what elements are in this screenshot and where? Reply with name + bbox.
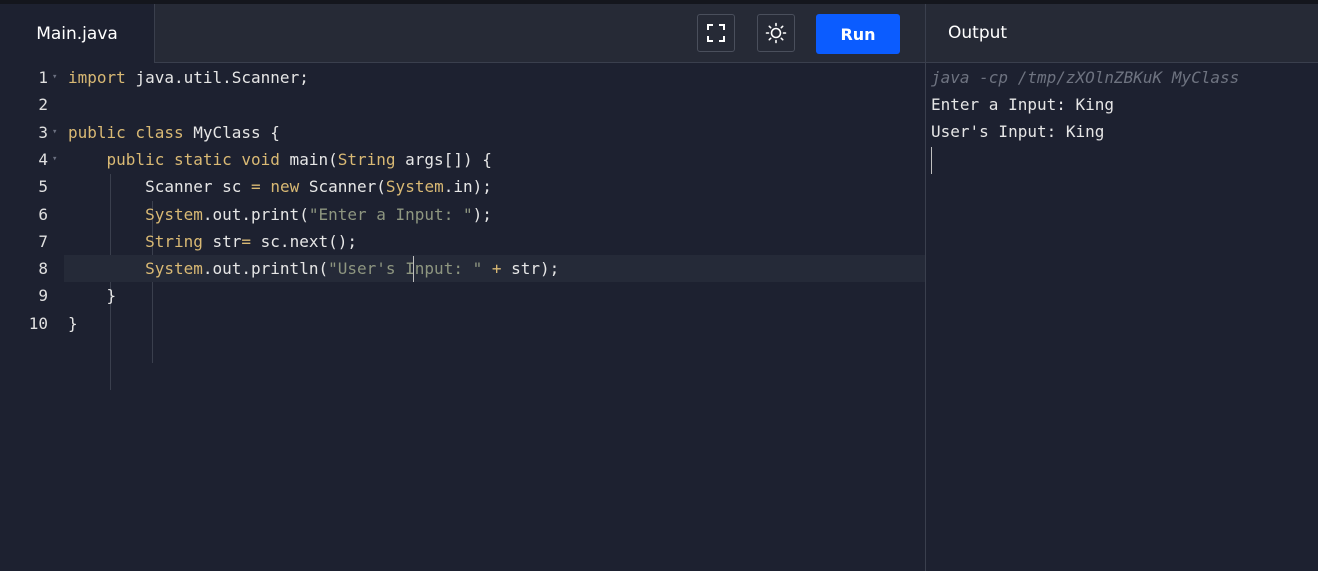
code-token: Scanner( bbox=[299, 177, 386, 197]
code-line[interactable]: 2 bbox=[0, 91, 925, 118]
fullscreen-icon bbox=[707, 24, 725, 42]
line-number: 8 bbox=[38, 259, 48, 279]
keyword-token: System bbox=[145, 259, 203, 279]
code-text: String str= sc.next(); bbox=[64, 228, 925, 255]
code-line[interactable]: 1 ▾ import java.util.Scanner; bbox=[0, 64, 925, 91]
code-text: System.out.println("User's Input: " + st… bbox=[64, 255, 925, 283]
code-token: main( bbox=[279, 149, 338, 169]
line-number: 5 bbox=[38, 177, 48, 197]
operator-token: = bbox=[251, 177, 261, 197]
code-line[interactable]: 9 } bbox=[0, 282, 925, 309]
keyword-token: import bbox=[68, 68, 136, 87]
output-command: java -cp /tmp/zXOlnZBKuK MyClass bbox=[931, 68, 1240, 87]
string-token: "Enter a Input: " bbox=[308, 204, 473, 224]
code-token: .out.print( bbox=[202, 204, 309, 224]
keyword-token: String bbox=[145, 231, 203, 251]
output-input-cursor[interactable] bbox=[931, 147, 932, 174]
theme-toggle-button[interactable] bbox=[757, 14, 795, 52]
line-number: 7 bbox=[38, 231, 48, 251]
code-text: } bbox=[64, 282, 925, 309]
code-line[interactable]: 3 ▾ public class MyClass { bbox=[0, 119, 925, 146]
code-token: Scanner sc bbox=[68, 177, 252, 197]
code-line[interactable]: 10} bbox=[0, 310, 925, 337]
code-token: } bbox=[68, 286, 117, 306]
code-token: } bbox=[68, 313, 78, 333]
line-number: 10 bbox=[28, 313, 48, 333]
output-line: User's Input: King bbox=[931, 122, 1105, 141]
code-token: args[]) { bbox=[395, 149, 492, 169]
string-token: "User's Input: " bbox=[328, 259, 483, 279]
operator-token: = bbox=[241, 231, 252, 251]
code-token: .in); bbox=[443, 177, 492, 197]
code-text: System.out.print("Enter a Input: "); bbox=[64, 201, 925, 228]
code-line[interactable]: 4 ▾ public static void main(String args[]… bbox=[0, 146, 925, 173]
keyword-token: System bbox=[385, 177, 444, 197]
run-button[interactable]: Run bbox=[816, 14, 900, 54]
line-number: 9 bbox=[38, 286, 48, 306]
text-cursor bbox=[413, 256, 414, 283]
output-title: Output bbox=[948, 23, 1008, 43]
fullscreen-button[interactable] bbox=[697, 14, 735, 52]
code-text: public class MyClass { bbox=[64, 119, 925, 146]
line-number: 3 bbox=[38, 122, 48, 142]
tab-main-java[interactable]: Main.java bbox=[0, 4, 155, 63]
keyword-token: System bbox=[145, 204, 203, 224]
code-line[interactable]: 5 Scanner sc = new Scanner(System.in); bbox=[0, 173, 925, 200]
keyword-token: String bbox=[337, 149, 396, 169]
code-token: ); bbox=[472, 204, 492, 224]
output-pane[interactable]: java -cp /tmp/zXOlnZBKuK MyClass Enter a… bbox=[926, 64, 1318, 571]
code-token: str bbox=[202, 231, 242, 251]
line-number: 4 bbox=[38, 149, 48, 169]
keyword-token: new bbox=[270, 177, 300, 197]
output-header: Output bbox=[926, 4, 1318, 63]
code-text: import java.util.Scanner; bbox=[64, 64, 925, 91]
code-line[interactable]: 8 System.out.println("User's Input: " + … bbox=[0, 255, 925, 283]
editor-header: Main.java Run bbox=[0, 4, 925, 63]
code-token: sc.next(); bbox=[251, 231, 357, 251]
output-line: Enter a Input: King bbox=[931, 95, 1115, 114]
code-token: str); bbox=[501, 259, 560, 279]
fold-arrow-icon[interactable]: ▾ bbox=[52, 119, 57, 146]
code-editor[interactable]: 1 ▾ import java.util.Scanner; 2 3 ▾ public cla… bbox=[0, 64, 925, 571]
line-number: 6 bbox=[38, 204, 48, 224]
code-line[interactable]: 7 String str= sc.next(); bbox=[0, 228, 925, 255]
code-line[interactable]: 6 System.out.print("Enter a Input: "); bbox=[0, 201, 925, 228]
operator-token: + bbox=[491, 259, 502, 279]
code-text: Scanner sc = new Scanner(System.in); bbox=[64, 173, 925, 200]
line-number: 1 bbox=[38, 68, 48, 87]
code-text: public static void main(String args[]) { bbox=[64, 146, 925, 173]
keyword-token: public class bbox=[68, 122, 194, 142]
keyword-token: public static void bbox=[106, 149, 280, 169]
fold-arrow-icon[interactable]: ▾ bbox=[52, 146, 57, 173]
code-token: MyClass { bbox=[193, 122, 280, 142]
code-text: } bbox=[64, 310, 925, 337]
code-token: .out.println( bbox=[202, 259, 329, 279]
code-token: java.util.Scanner; bbox=[135, 68, 309, 87]
line-number: 2 bbox=[38, 95, 48, 115]
fold-arrow-icon[interactable]: ▾ bbox=[52, 64, 57, 91]
sun-icon bbox=[765, 22, 787, 44]
